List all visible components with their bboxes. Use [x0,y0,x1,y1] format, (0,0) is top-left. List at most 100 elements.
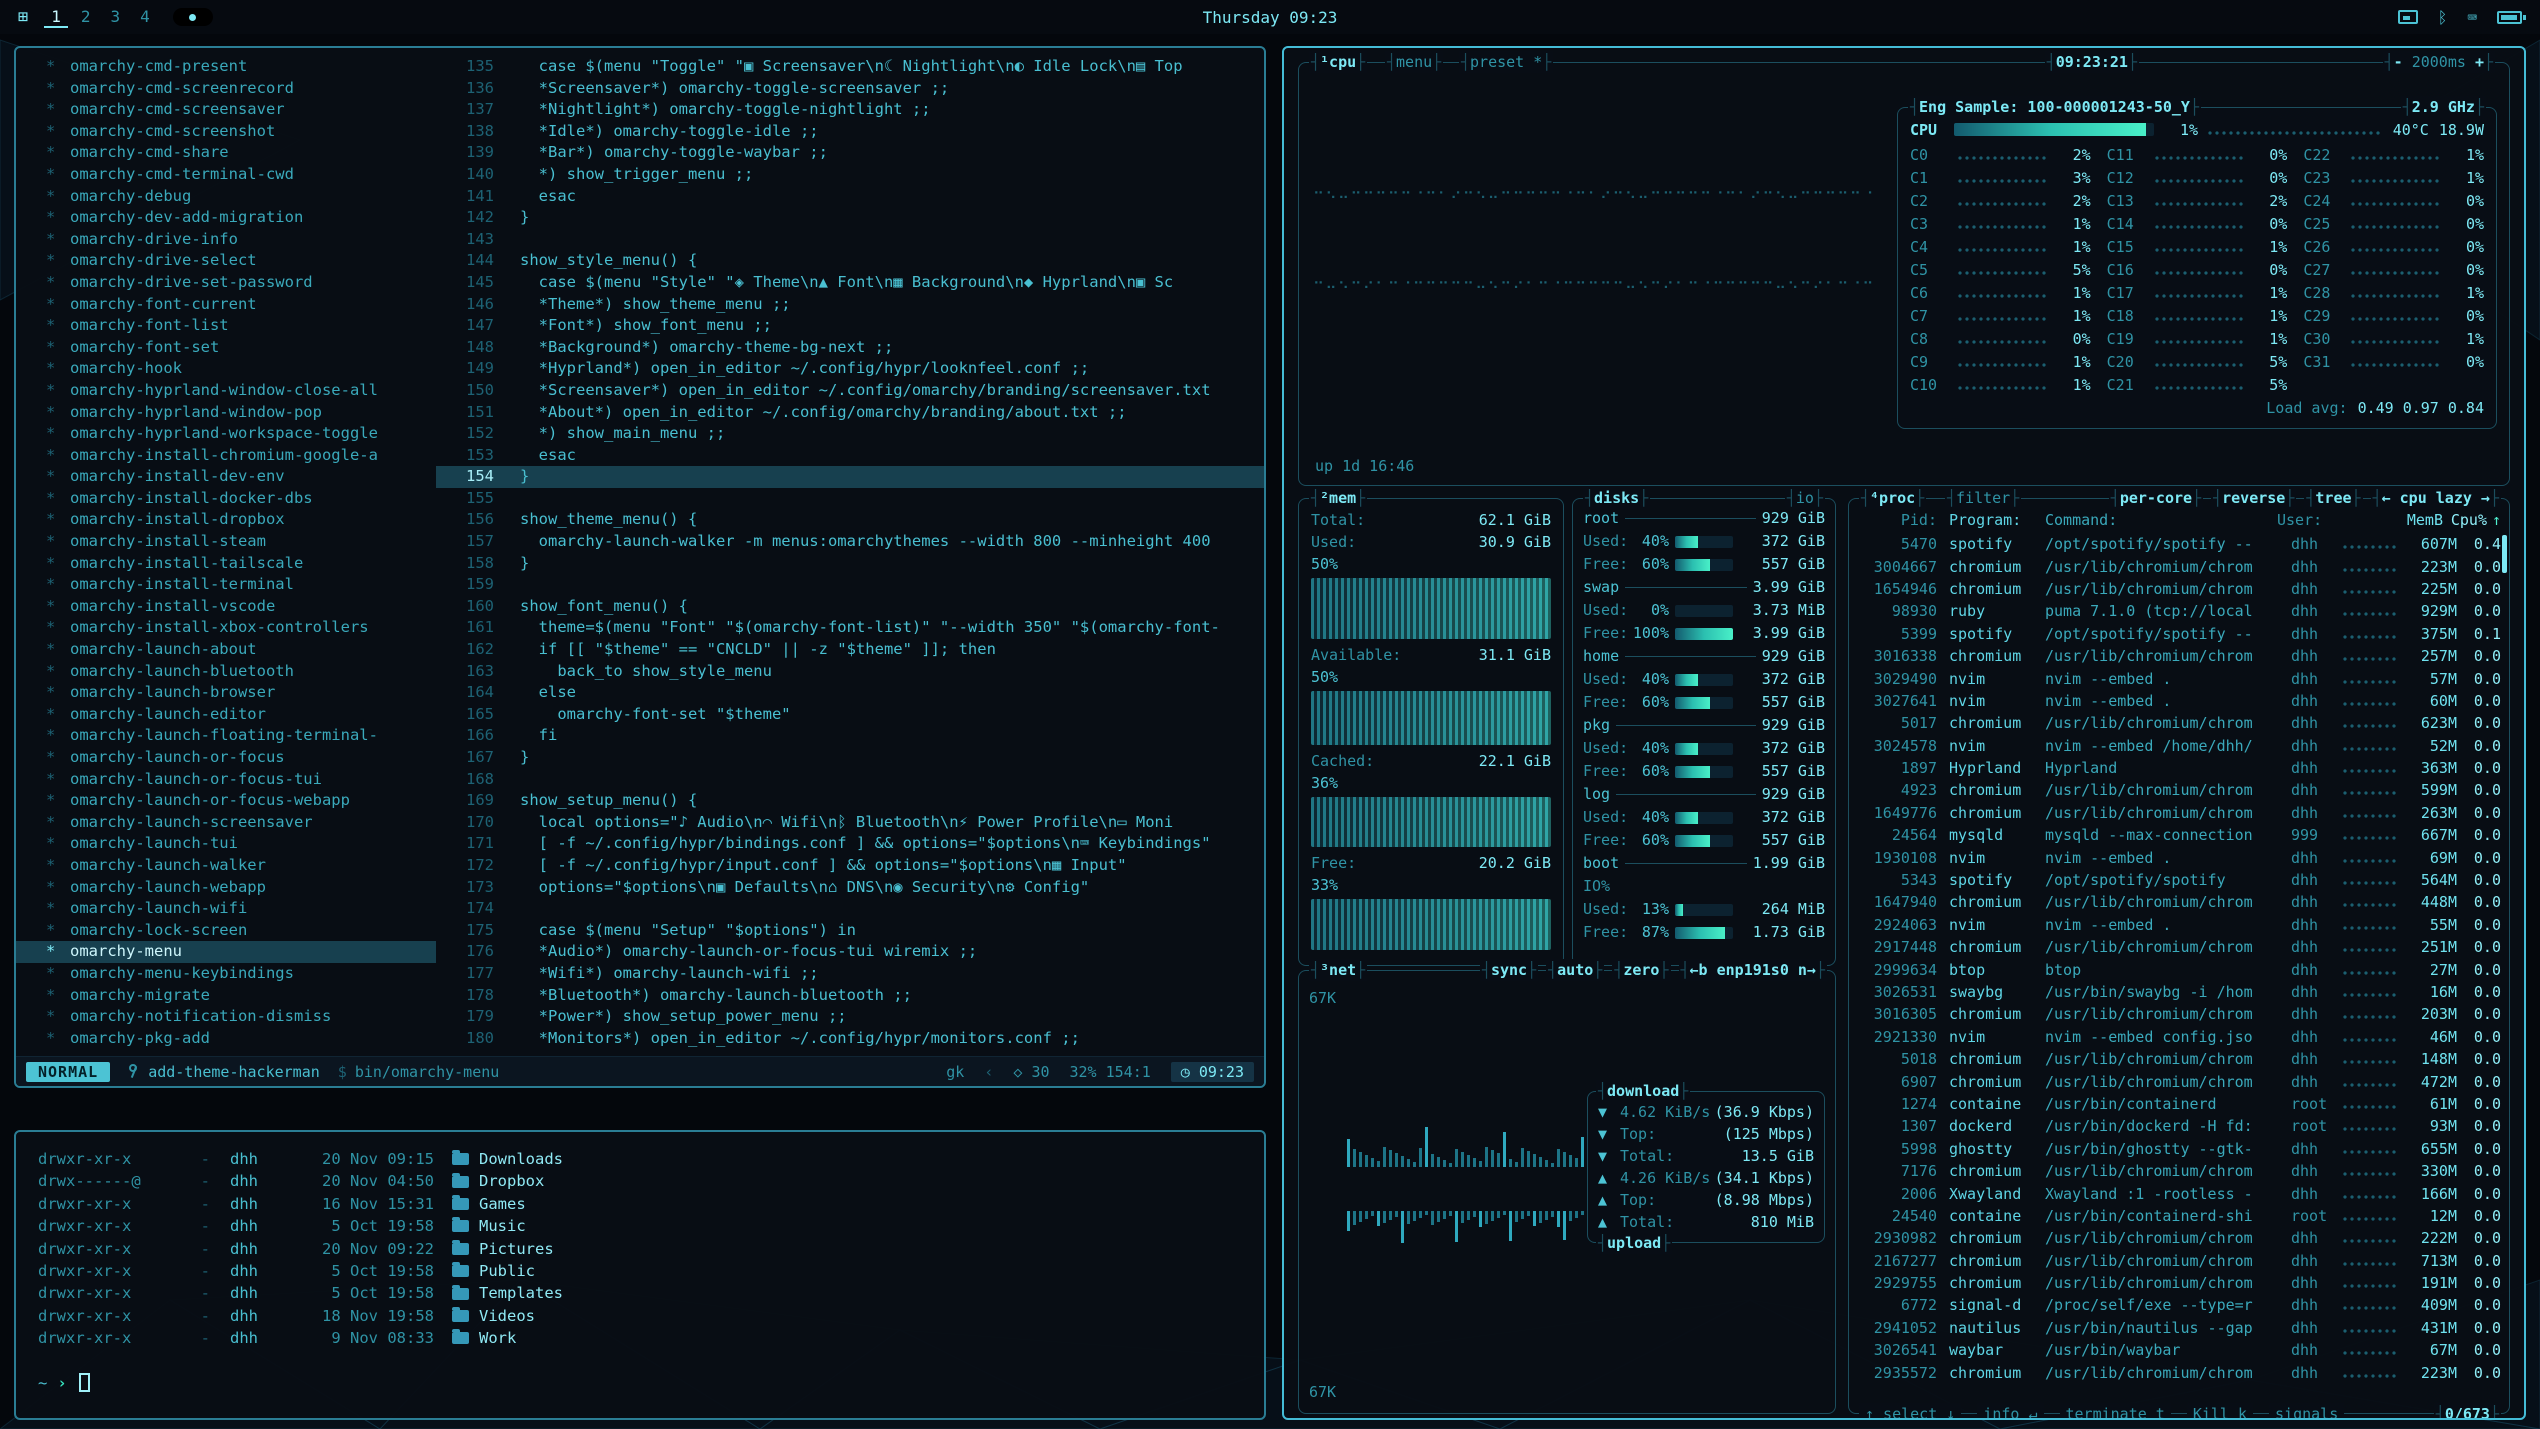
col-pid[interactable]: Pid: [1859,509,1937,531]
code-line[interactable]: 135 case $(menu "Toggle" "▣ Screensaver\… [436,56,1264,78]
process-row[interactable]: 3024578nvimnvim --embed /home/dhh/dhh52M… [1859,735,2501,757]
file-item[interactable]: *omarchy-launch-bluetooth [16,661,436,683]
process-row[interactable]: 2167277chromium/usr/lib/chromium/chromdh… [1859,1250,2501,1272]
file-item[interactable]: *omarchy-font-set [16,337,436,359]
footer-action[interactable]: Kill k [2187,1403,2253,1420]
process-row[interactable]: 3026531swaybg/usr/bin/swaybg -i /homdhh1… [1859,981,2501,1003]
footer-action[interactable]: terminate t [2060,1403,2171,1420]
directory-name[interactable]: Videos [479,1305,535,1327]
file-item[interactable]: *omarchy-launch-tui [16,833,436,855]
directory-name[interactable]: Music [479,1215,526,1237]
code-line[interactable]: 171 [ -f ~/.config/hypr/bindings.conf ] … [436,833,1264,855]
code-line[interactable]: 157 omarchy-launch-walker -m menus:omarc… [436,531,1264,553]
launcher-icon[interactable]: ⊞ [18,7,28,27]
process-scrollbar[interactable] [2502,535,2507,573]
file-item[interactable]: *omarchy-install-vscode [16,596,436,618]
directory-name[interactable]: Downloads [479,1148,563,1170]
media-indicator[interactable] [173,8,213,26]
file-item[interactable]: *omarchy-install-steam [16,531,436,553]
cpu-box-title[interactable]: ¹cpu [1309,51,1367,73]
process-row[interactable]: 4923chromium/usr/lib/chromium/chromdhh59… [1859,779,2501,801]
process-row[interactable]: 1647940chromium/usr/lib/chromium/chromdh… [1859,891,2501,913]
code-line[interactable]: 155 [436,488,1264,510]
process-row[interactable]: 1654946chromium/usr/lib/chromium/chromdh… [1859,578,2501,600]
process-row[interactable]: 3004667chromium/usr/lib/chromium/chromdh… [1859,555,2501,577]
file-item[interactable]: *omarchy-menu-keybindings [16,963,436,985]
code-line[interactable]: 141 esac [436,186,1264,208]
file-item[interactable]: *omarchy-font-current [16,294,436,316]
code-editor[interactable]: 135 case $(menu "Toggle" "▣ Screensaver\… [436,48,1264,1056]
io-toggle-button[interactable]: io [1785,487,1825,509]
process-row[interactable]: 5399spotify/opt/spotify/spotify --dhh375… [1859,623,2501,645]
file-item[interactable]: *omarchy-launch-webapp [16,877,436,899]
process-row[interactable]: 1274containe/usr/bin/containerdroot61M0.… [1859,1093,2501,1115]
code-line[interactable]: 137 *Nightlight*) omarchy-toggle-nightli… [436,99,1264,121]
code-line[interactable]: 148 *Background*) omarchy-theme-bg-next … [436,337,1264,359]
process-row[interactable]: 5998ghostty/usr/bin/ghostty --gtk-dhh655… [1859,1138,2501,1160]
code-line[interactable]: 149 *Hyprland*) open_in_editor ~/.config… [436,358,1264,380]
directory-name[interactable]: Work [479,1327,516,1349]
keyboard-icon[interactable]: ⌨ [2467,8,2477,27]
process-row[interactable]: 2999634btopbtopdhh27M0.0 [1859,958,2501,980]
file-item[interactable]: *omarchy-cmd-screensaver [16,99,436,121]
code-line[interactable]: 174 [436,898,1264,920]
workspace-button-3[interactable]: 3 [104,7,128,28]
code-line[interactable]: 142} [436,207,1264,229]
sort-arrow-icon[interactable]: ↑ [2487,509,2501,531]
filter-button[interactable]: filter [1945,487,2021,509]
file-item[interactable]: *omarchy-install-terminal [16,574,436,596]
file-item[interactable]: *omarchy-launch-or-focus-tui [16,769,436,791]
code-line[interactable]: 165 omarchy-font-set "$theme" [436,704,1264,726]
code-line[interactable]: 166 fi [436,725,1264,747]
code-line[interactable]: 151 *About*) open_in_editor ~/.config/om… [436,402,1264,424]
process-row[interactable]: 2930982chromium/usr/lib/chromium/chromdh… [1859,1227,2501,1249]
screencast-icon[interactable] [2398,10,2418,24]
file-item[interactable]: *omarchy-notification-dismiss [16,1006,436,1028]
file-item[interactable]: *omarchy-install-docker-dbs [16,488,436,510]
process-row[interactable]: 7176chromium/usr/lib/chromium/chromdhh33… [1859,1160,2501,1182]
interval-minus-button[interactable]: - [2394,51,2403,73]
topbar-clock[interactable]: Thursday 09:23 [1203,8,1338,27]
file-item[interactable]: *omarchy-launch-browser [16,682,436,704]
file-item[interactable]: *omarchy-launch-editor [16,704,436,726]
process-row[interactable]: 2006XwaylandXwayland :1 -rootless -dhh16… [1859,1182,2501,1204]
file-item[interactable]: *omarchy-install-dev-env [16,466,436,488]
file-item[interactable]: *omarchy-pkg-add [16,1028,436,1050]
code-line[interactable]: 156show_theme_menu() { [436,509,1264,531]
code-line[interactable]: 158} [436,553,1264,575]
file-item[interactable]: *omarchy-menu [16,941,436,963]
code-line[interactable]: 145 case $(menu "Style" "◈ Theme\n▲ Font… [436,272,1264,294]
code-line[interactable]: 178 *Bluetooth*) omarchy-launch-bluetoot… [436,985,1264,1007]
process-table-header[interactable]: Pid: Program: Command: User: MemB Cpu% ↑ [1859,507,2501,533]
code-line[interactable]: 162 if [[ "$theme" == "CNCLD" || -z "$th… [436,639,1264,661]
interval-plus-button[interactable]: + [2475,51,2484,73]
code-line[interactable]: 159 [436,574,1264,596]
file-item[interactable]: *omarchy-hyprland-window-pop [16,402,436,424]
code-line[interactable]: 173 options="$options\n▣ Defaults\n⌂ DNS… [436,877,1264,899]
process-row[interactable]: 3026541waybar/usr/bin/waybardhh67M0.0 [1859,1339,2501,1361]
code-line[interactable]: 169show_setup_menu() { [436,790,1264,812]
code-line[interactable]: 147 *Font*) show_font_menu ;; [436,315,1264,337]
code-line[interactable]: 164 else [436,682,1264,704]
process-row[interactable]: 24564mysqldmysqld --max-connection999667… [1859,824,2501,846]
file-item[interactable]: *omarchy-cmd-screenrecord [16,78,436,100]
directory-name[interactable]: Templates [479,1282,563,1304]
file-item[interactable]: *omarchy-migrate [16,985,436,1007]
file-item[interactable]: *omarchy-launch-walker [16,855,436,877]
file-item[interactable]: *omarchy-font-list [16,315,436,337]
file-item[interactable]: *omarchy-install-chromium-google-a [16,445,436,467]
code-line[interactable]: 172 [ -f ~/.config/hypr/input.conf ] && … [436,855,1264,877]
code-line[interactable]: 153 esac [436,445,1264,467]
code-line[interactable]: 150 *Screensaver*) open_in_editor ~/.con… [436,380,1264,402]
footer-action[interactable]: ↑ select ↓ [1859,1403,1961,1420]
disks-box-title[interactable]: disks [1583,487,1650,509]
code-line[interactable]: 167} [436,747,1264,769]
file-item[interactable]: *omarchy-drive-set-password [16,272,436,294]
code-line[interactable]: 154} [436,466,1264,488]
bluetooth-icon[interactable]: ᛒ [2438,8,2448,27]
net-zero-button[interactable]: zero [1612,959,1670,981]
code-line[interactable]: 161 theme=$(menu "Font" "$(omarchy-font-… [436,617,1264,639]
code-line[interactable]: 179 *Power*) show_setup_power_menu ;; [436,1006,1264,1028]
proc-reverse-toggle[interactable]: reverse [2211,487,2296,509]
file-item[interactable]: *omarchy-install-xbox-controllers [16,617,436,639]
